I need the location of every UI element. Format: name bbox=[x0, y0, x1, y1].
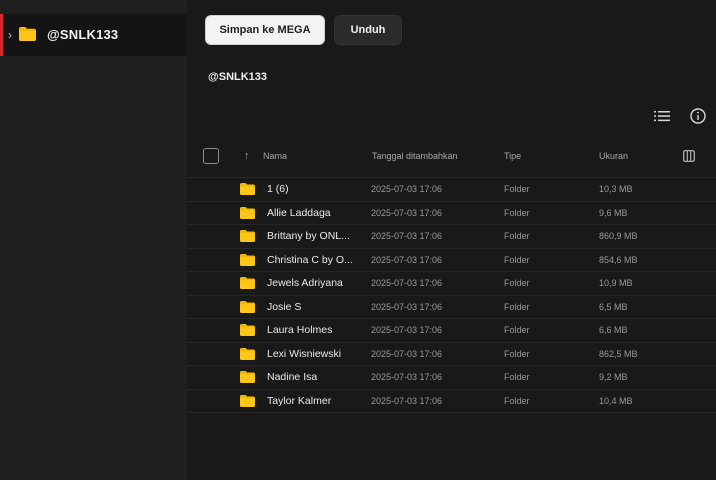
folder-icon bbox=[240, 300, 255, 313]
main-content: Simpan ke MEGA Unduh @SNLK133 ↑ Nama Tan… bbox=[187, 0, 716, 480]
file-size: 6,5 MB bbox=[599, 301, 628, 312]
file-size: 862,5 MB bbox=[599, 348, 638, 359]
select-all-checkbox[interactable] bbox=[203, 148, 219, 164]
folder-icon bbox=[240, 230, 255, 242]
file-type: Folder bbox=[504, 231, 530, 241]
file-size: 6,6 MB bbox=[599, 325, 628, 335]
file-type: Folder bbox=[504, 184, 530, 194]
file-name: Taylor Kalmer bbox=[267, 394, 332, 407]
file-size: 9,6 MB bbox=[599, 207, 628, 218]
file-date: 2025-07-03 17:06 bbox=[371, 207, 443, 218]
file-size: 854,6 MB bbox=[599, 254, 638, 265]
file-date: 2025-07-03 17:06 bbox=[371, 278, 443, 288]
file-type: Folder bbox=[504, 372, 530, 382]
table-header: ↑ Nama Tanggal ditambahkan Tipe Ukuran bbox=[187, 140, 716, 178]
file-name: Laura Holmes bbox=[267, 324, 333, 336]
folder-icon bbox=[240, 183, 255, 195]
table-row[interactable]: Brittany by ONL... 2025-07-03 17:06 Fold… bbox=[187, 225, 716, 249]
app-window: › @SNLK133 Simpan ke MEGA Unduh @SNLK133 bbox=[0, 0, 716, 480]
file-name: Brittany by ONL... bbox=[267, 230, 350, 242]
file-size: 9,2 MB bbox=[599, 372, 628, 382]
column-header-name[interactable]: Nama bbox=[263, 151, 287, 161]
table-body: 1 (6) 2025-07-03 17:06 Folder 10,3 MB Al… bbox=[187, 178, 716, 413]
folder-icon bbox=[240, 324, 255, 336]
column-settings-icon[interactable] bbox=[683, 150, 695, 162]
file-name: Christina C by O... bbox=[267, 253, 353, 266]
table-row[interactable]: Jewels Adriyana 2025-07-03 17:06 Folder … bbox=[187, 272, 716, 296]
table-row[interactable]: Christina C by O... 2025-07-03 17:06 Fol… bbox=[187, 249, 716, 272]
sort-arrow-up-icon[interactable]: ↑ bbox=[244, 150, 254, 162]
table-row[interactable]: Allie Laddaga 2025-07-03 17:06 Folder 9,… bbox=[187, 202, 716, 225]
column-header-date[interactable]: Tanggal ditambahkan bbox=[372, 151, 458, 161]
table-row[interactable]: 1 (6) 2025-07-03 17:06 Folder 10,3 MB bbox=[187, 178, 716, 202]
file-date: 2025-07-03 17:06 bbox=[371, 231, 443, 241]
file-type: Folder bbox=[504, 207, 530, 218]
download-button[interactable]: Unduh bbox=[334, 15, 402, 45]
folder-icon bbox=[240, 253, 255, 266]
file-name: 1 (6) bbox=[267, 183, 289, 195]
file-date: 2025-07-03 17:06 bbox=[371, 325, 443, 335]
file-date: 2025-07-03 17:06 bbox=[371, 301, 443, 312]
folder-icon bbox=[240, 206, 255, 219]
file-name: Jewels Adriyana bbox=[267, 277, 343, 289]
file-table: ↑ Nama Tanggal ditambahkan Tipe Ukuran 1… bbox=[187, 140, 716, 413]
sidebar: › @SNLK133 bbox=[0, 0, 187, 480]
folder-icon bbox=[19, 27, 36, 41]
table-row[interactable]: Laura Holmes 2025-07-03 17:06 Folder 6,6… bbox=[187, 319, 716, 343]
table-row[interactable]: Nadine Isa 2025-07-03 17:06 Folder 9,2 M… bbox=[187, 366, 716, 390]
file-name: Josie S bbox=[267, 300, 302, 313]
table-row[interactable]: Taylor Kalmer 2025-07-03 17:06 Folder 10… bbox=[187, 390, 716, 413]
file-type: Folder bbox=[504, 325, 530, 335]
file-name: Nadine Isa bbox=[267, 371, 318, 383]
chevron-right-icon[interactable]: › bbox=[8, 28, 18, 42]
folder-icon bbox=[240, 277, 255, 289]
file-size: 860,9 MB bbox=[599, 231, 638, 241]
page-title: @SNLK133 bbox=[208, 71, 268, 83]
file-date: 2025-07-03 17:06 bbox=[371, 184, 443, 194]
file-name: Lexi Wisniewski bbox=[267, 347, 342, 360]
file-type: Folder bbox=[504, 301, 530, 312]
file-date: 2025-07-03 17:06 bbox=[371, 395, 443, 406]
file-date: 2025-07-03 17:06 bbox=[371, 254, 443, 265]
table-row[interactable]: Josie S 2025-07-03 17:06 Folder 6,5 MB bbox=[187, 296, 716, 319]
file-type: Folder bbox=[504, 348, 530, 359]
folder-icon bbox=[240, 347, 255, 360]
folder-icon bbox=[240, 394, 255, 407]
file-type: Folder bbox=[504, 395, 530, 406]
column-header-size[interactable]: Ukuran bbox=[599, 151, 628, 161]
file-date: 2025-07-03 17:06 bbox=[371, 372, 443, 382]
info-icon[interactable] bbox=[690, 108, 706, 124]
sidebar-item-snlk133[interactable]: › @SNLK133 bbox=[0, 14, 187, 56]
file-type: Folder bbox=[504, 254, 530, 265]
column-header-type[interactable]: Tipe bbox=[504, 151, 521, 161]
file-size: 10,9 MB bbox=[599, 278, 633, 288]
sidebar-item-label: @SNLK133 bbox=[47, 27, 119, 42]
file-size: 10,3 MB bbox=[599, 184, 633, 194]
file-type: Folder bbox=[504, 278, 530, 288]
folder-icon bbox=[240, 371, 255, 383]
file-date: 2025-07-03 17:06 bbox=[371, 348, 443, 359]
file-name: Allie Laddaga bbox=[267, 206, 331, 219]
file-size: 10,4 MB bbox=[599, 395, 633, 406]
list-view-icon[interactable] bbox=[654, 108, 670, 124]
save-to-mega-button[interactable]: Simpan ke MEGA bbox=[205, 15, 325, 45]
table-row[interactable]: Lexi Wisniewski 2025-07-03 17:06 Folder … bbox=[187, 343, 716, 366]
